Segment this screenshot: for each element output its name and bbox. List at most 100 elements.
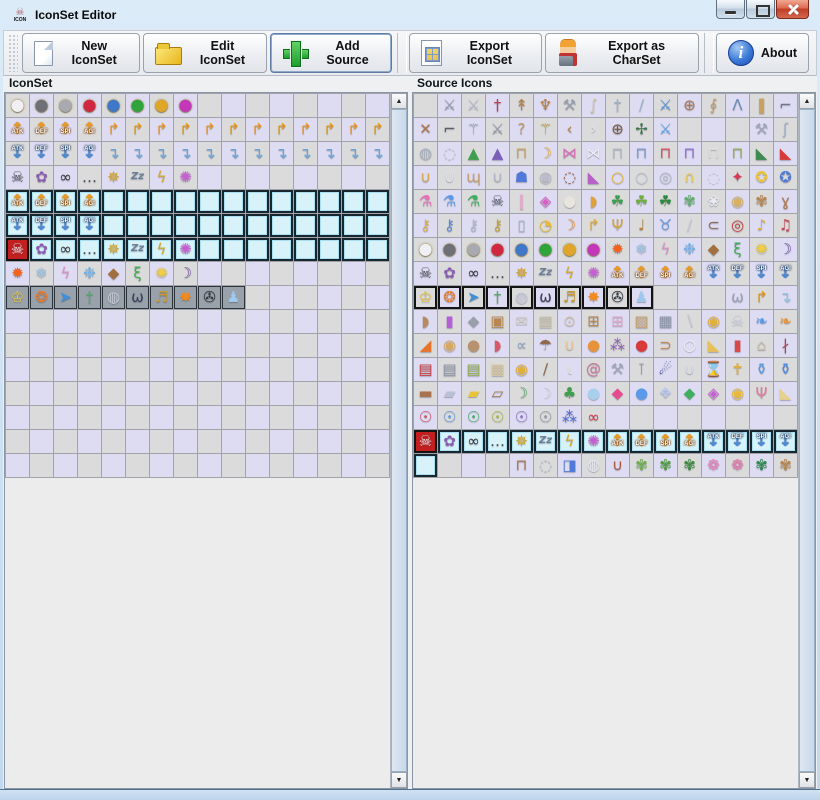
skill-crown-flame[interactable]: ♔ bbox=[6, 286, 30, 310]
status-skull[interactable]: ☠ bbox=[414, 262, 438, 286]
icon-katana[interactable]: ∕ bbox=[630, 94, 654, 118]
empty-cell[interactable] bbox=[342, 334, 366, 358]
icon-blue-orb-gem[interactable]: ● bbox=[630, 382, 654, 406]
skill-book[interactable]: ω bbox=[126, 286, 150, 310]
icon-yarn-ball[interactable]: ◍ bbox=[582, 454, 606, 478]
empty-frame-slot[interactable] bbox=[318, 190, 342, 214]
icon-pot-seedling[interactable]: ✾ bbox=[654, 454, 678, 478]
status-silence[interactable]: … bbox=[78, 166, 102, 190]
icon-abacus[interactable]: ▦ bbox=[654, 310, 678, 334]
empty-cell[interactable] bbox=[270, 334, 294, 358]
icon-pearl-necklace[interactable]: ◌ bbox=[702, 166, 726, 190]
empty-cell[interactable] bbox=[6, 334, 30, 358]
status-skull[interactable]: ☠ bbox=[6, 238, 30, 262]
icon-broccoli[interactable]: ♣ bbox=[558, 382, 582, 406]
empty-frame-slot[interactable] bbox=[246, 214, 270, 238]
empty-cell[interactable] bbox=[366, 166, 390, 190]
icon-crystal-ball-blue[interactable]: ☉ bbox=[438, 406, 462, 430]
icon-charm-staff[interactable]: ⚚ bbox=[534, 118, 558, 142]
arrow-curve-down[interactable]: ↴ bbox=[198, 142, 222, 166]
icon-berries[interactable]: ⁂ bbox=[558, 406, 582, 430]
empty-cell[interactable] bbox=[366, 454, 390, 478]
empty-frame-slot[interactable] bbox=[222, 190, 246, 214]
empty-cell[interactable] bbox=[198, 406, 222, 430]
element-darkness[interactable]: ☽ bbox=[174, 262, 198, 286]
arrow-curve-down[interactable]: ↴ bbox=[318, 142, 342, 166]
empty-cell[interactable] bbox=[174, 334, 198, 358]
icon-drum[interactable]: ◎ bbox=[726, 214, 750, 238]
icon-crystal-sword[interactable]: ⚔ bbox=[654, 118, 678, 142]
icon-pot-empty[interactable]: ∪ bbox=[606, 454, 630, 478]
icon-fang[interactable]: ☽ bbox=[534, 382, 558, 406]
icon-gold-ring[interactable]: ○ bbox=[606, 166, 630, 190]
empty-cell[interactable] bbox=[270, 406, 294, 430]
empty-cell[interactable] bbox=[294, 430, 318, 454]
empty-cell[interactable] bbox=[78, 406, 102, 430]
icon-green-armor[interactable]: ⊓ bbox=[726, 142, 750, 166]
icon-mandrake[interactable]: ✾ bbox=[750, 190, 774, 214]
icon-crossed-spears[interactable]: ⚔ bbox=[486, 118, 510, 142]
status-blind[interactable]: ∞ bbox=[462, 430, 486, 454]
new-iconset-button[interactable]: New IconSet bbox=[22, 33, 140, 73]
empty-cell[interactable] bbox=[102, 382, 126, 406]
stat-arrow-up-agi[interactable]: ↑AGI bbox=[678, 262, 702, 286]
stat-arrow-down-atk[interactable]: ↓ATK bbox=[702, 430, 726, 454]
empty-cell[interactable] bbox=[222, 454, 246, 478]
scroll-thumb[interactable] bbox=[799, 109, 815, 772]
icon-pink-potion[interactable]: ⚗ bbox=[414, 190, 438, 214]
empty-cell[interactable] bbox=[246, 358, 270, 382]
empty-cell[interactable] bbox=[174, 382, 198, 406]
icon-crystal-ball-green[interactable]: ☉ bbox=[462, 406, 486, 430]
stat-arrow-up-atk[interactable]: ↑ATK bbox=[6, 118, 30, 142]
icon-scimitar[interactable]: ∫ bbox=[582, 94, 606, 118]
empty-cell[interactable] bbox=[774, 406, 798, 430]
orb-white[interactable]: ● bbox=[6, 94, 30, 118]
empty-cell[interactable] bbox=[342, 454, 366, 478]
empty-cell[interactable] bbox=[486, 454, 510, 478]
empty-frame-slot[interactable] bbox=[126, 190, 150, 214]
status-blind[interactable]: ∞ bbox=[54, 166, 78, 190]
status-blind[interactable]: ∞ bbox=[54, 238, 78, 262]
empty-cell[interactable] bbox=[342, 94, 366, 118]
scroll-thumb[interactable] bbox=[391, 109, 407, 772]
empty-cell[interactable] bbox=[150, 430, 174, 454]
icon-pot-flower-pink-2[interactable]: ❁ bbox=[726, 454, 750, 478]
empty-cell[interactable] bbox=[318, 286, 342, 310]
export-as-charset-button[interactable]: Export as CharSet bbox=[545, 33, 699, 73]
empty-cell[interactable] bbox=[246, 166, 270, 190]
empty-cell[interactable] bbox=[6, 358, 30, 382]
icon-broken-armor[interactable]: ⊓ bbox=[510, 454, 534, 478]
empty-cell[interactable] bbox=[726, 118, 750, 142]
icon-gold-key[interactable]: ⚷ bbox=[414, 214, 438, 238]
icon-shovel[interactable]: ⊺ bbox=[630, 358, 654, 382]
icon-green-potion[interactable]: ⚗ bbox=[462, 190, 486, 214]
empty-cell[interactable] bbox=[30, 358, 54, 382]
icon-lute[interactable]: ♩ bbox=[630, 214, 654, 238]
empty-cell[interactable] bbox=[30, 430, 54, 454]
icon-clover[interactable]: ☘ bbox=[654, 190, 678, 214]
empty-cell[interactable] bbox=[54, 454, 78, 478]
empty-cell[interactable] bbox=[6, 382, 30, 406]
empty-cell[interactable] bbox=[174, 454, 198, 478]
empty-cell[interactable] bbox=[462, 454, 486, 478]
icon-battle-axe[interactable]: ⚒ bbox=[558, 94, 582, 118]
element-wind[interactable]: ξ bbox=[126, 262, 150, 286]
icon-leaf-herb[interactable]: ☘ bbox=[630, 190, 654, 214]
arrow-curve-up[interactable]: ↱ bbox=[222, 118, 246, 142]
icon-carrot[interactable]: ◢ bbox=[414, 334, 438, 358]
empty-cell[interactable] bbox=[6, 430, 30, 454]
empty-cell[interactable] bbox=[366, 382, 390, 406]
empty-cell[interactable] bbox=[54, 310, 78, 334]
source-scrollbar[interactable]: ▲ ▼ bbox=[798, 93, 815, 788]
icon-silver-ingot[interactable]: ▰ bbox=[438, 382, 462, 406]
empty-cell[interactable] bbox=[342, 430, 366, 454]
icon-green-horn[interactable]: ☽ bbox=[510, 382, 534, 406]
scroll-down-button[interactable]: ▼ bbox=[799, 772, 815, 788]
empty-cell[interactable] bbox=[222, 430, 246, 454]
skill-sword-ring[interactable]: † bbox=[78, 286, 102, 310]
empty-cell[interactable] bbox=[294, 382, 318, 406]
arrow-curve-down[interactable]: ↴ bbox=[126, 142, 150, 166]
icon-red-cape[interactable]: ◣ bbox=[774, 142, 798, 166]
empty-cell[interactable] bbox=[30, 406, 54, 430]
scroll-down-button[interactable]: ▼ bbox=[391, 772, 407, 788]
